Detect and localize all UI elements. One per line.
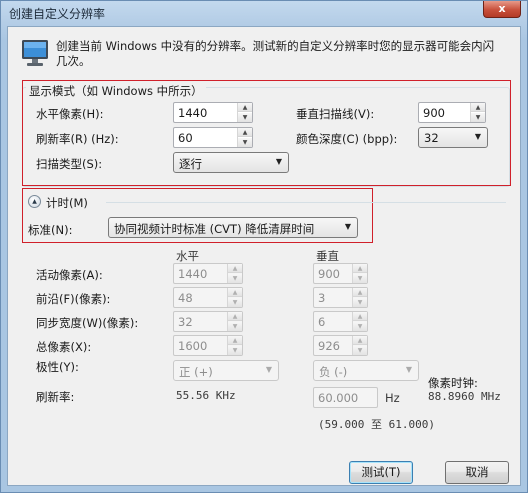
sync-width-label: 同步宽度(W)(像素): (36, 316, 139, 330)
dialog-window: 创建自定义分辨率 x 创建当前 Windows 中没有的分辨率。测试新的自定义分… (0, 0, 528, 493)
timing-divider (106, 202, 506, 203)
active-v-value: 900 (318, 267, 340, 281)
timing-standard-value: 协同视频计时标准 (CVT) 降低清屏时间 (114, 222, 315, 236)
cancel-button[interactable]: 取消 (445, 461, 509, 484)
polarity-h-select[interactable]: 正 (+) ▼ (173, 360, 279, 381)
timing-refresh-unit: Hz (385, 391, 400, 405)
intro-text: 创建当前 Windows 中没有的分辨率。测试新的自定义分辨率时您的显示器可能会… (56, 39, 495, 68)
h-pixels-label: 水平像素(H): (36, 107, 104, 121)
front-porch-v-value: 3 (318, 291, 326, 305)
chevron-down-icon: ▼ (344, 222, 351, 231)
sync-width-h-value: 32 (178, 315, 193, 329)
front-porch-label: 前沿(F)(像素): (36, 292, 111, 306)
total-h-down-arrow[interactable]: ▼ (228, 346, 242, 355)
front-porch-v-stepper[interactable]: 3 ▲ ▼ (313, 287, 368, 308)
col-horizontal-header: 水平 (176, 249, 199, 263)
active-pixels-label: 活动像素(A): (36, 268, 103, 282)
timing-toggle-label[interactable]: 计时(M) (46, 195, 88, 211)
v-lines-label: 垂直扫描线(V): (296, 107, 375, 121)
color-depth-value: 32 (424, 131, 439, 145)
h-pixels-up-arrow[interactable]: ▲ (238, 103, 252, 112)
active-h-down-arrow[interactable]: ▼ (228, 274, 242, 283)
h-pixels-down-arrow[interactable]: ▼ (238, 113, 252, 122)
h-pixels-stepper[interactable]: 1440 ▲ ▼ (173, 102, 253, 123)
color-depth-select[interactable]: 32 ▼ (418, 127, 488, 148)
scan-type-label: 扫描类型(S): (36, 157, 103, 171)
total-pixels-label: 总像素(X): (36, 340, 92, 354)
refresh-rate-value: 60 (178, 131, 193, 145)
collapse-toggle-icon[interactable]: ▲ (28, 195, 41, 208)
front-porch-h-value: 48 (178, 291, 193, 305)
refresh-rate-up-arrow[interactable]: ▲ (238, 128, 252, 137)
v-lines-up-arrow[interactable]: ▲ (471, 103, 485, 112)
chevron-down-icon: ▼ (265, 365, 272, 374)
scan-type-select[interactable]: 逐行 ▼ (173, 152, 289, 173)
sync-width-v-stepper[interactable]: 6 ▲ ▼ (313, 311, 368, 332)
window-title: 创建自定义分辨率 (9, 7, 106, 21)
timing-refresh-v-value: 60.000 (318, 391, 359, 405)
total-v-down-arrow[interactable]: ▼ (353, 346, 367, 355)
polarity-v-value: 负 (-) (319, 365, 348, 379)
front-porch-h-stepper[interactable]: 48 ▲ ▼ (173, 287, 243, 308)
total-v-value: 926 (318, 339, 340, 353)
refresh-rate-down-arrow[interactable]: ▼ (238, 138, 252, 147)
chevron-down-icon: ▼ (405, 365, 412, 374)
active-h-up-arrow[interactable]: ▲ (228, 264, 242, 273)
front-porch-h-down-arrow[interactable]: ▼ (228, 298, 242, 307)
total-h-stepper[interactable]: 1600 ▲ ▼ (173, 335, 243, 356)
standard-label: 标准(N): (28, 223, 73, 237)
sync-width-h-down-arrow[interactable]: ▼ (228, 322, 242, 331)
front-porch-v-up-arrow[interactable]: ▲ (353, 288, 367, 297)
col-vertical-header: 垂直 (316, 249, 339, 263)
refresh-rate-label: 刷新率(R) (Hz): (36, 132, 119, 146)
sync-width-v-down-arrow[interactable]: ▼ (353, 322, 367, 331)
timing-standard-select[interactable]: 协同视频计时标准 (CVT) 降低清屏时间 ▼ (108, 217, 358, 238)
v-lines-down-arrow[interactable]: ▼ (471, 113, 485, 122)
pixel-clock-value: 88.8960 MHz (428, 390, 501, 403)
timing-refresh-h-value: 55.56 KHz (176, 389, 236, 402)
polarity-v-select[interactable]: 负 (-) ▼ (313, 360, 419, 381)
total-v-up-arrow[interactable]: ▲ (353, 336, 367, 345)
polarity-h-value: 正 (+) (179, 365, 213, 379)
active-v-down-arrow[interactable]: ▼ (353, 274, 367, 283)
pixel-clock-label: 像素时钟: (428, 376, 478, 390)
total-h-value: 1600 (178, 339, 208, 353)
chevron-down-icon: ▼ (275, 157, 282, 166)
timing-refresh-label: 刷新率: (36, 390, 75, 404)
total-v-stepper[interactable]: 926 ▲ ▼ (313, 335, 368, 356)
sync-width-h-up-arrow[interactable]: ▲ (228, 312, 242, 321)
polarity-label: 极性(Y): (36, 360, 79, 374)
sync-width-v-up-arrow[interactable]: ▲ (353, 312, 367, 321)
h-pixels-value: 1440 (178, 106, 208, 120)
chevron-down-icon: ▼ (474, 132, 481, 141)
title-bar: 创建自定义分辨率 x (1, 1, 527, 25)
active-h-value: 1440 (178, 267, 208, 281)
sync-width-h-stepper[interactable]: 32 ▲ ▼ (173, 311, 243, 332)
scan-type-value: 逐行 (179, 157, 202, 171)
front-porch-v-down-arrow[interactable]: ▼ (353, 298, 367, 307)
color-depth-label: 颜色深度(C) (bpp): (296, 132, 398, 146)
front-porch-h-up-arrow[interactable]: ▲ (228, 288, 242, 297)
close-button[interactable]: x (483, 1, 521, 18)
v-lines-stepper[interactable]: 900 ▲ ▼ (418, 102, 486, 123)
monitor-icon (22, 40, 48, 66)
active-h-stepper[interactable]: 1440 ▲ ▼ (173, 263, 243, 284)
display-mode-legend: 显示模式（如 Windows 中所示） (26, 83, 206, 99)
active-v-up-arrow[interactable]: ▲ (353, 264, 367, 273)
refresh-rate-stepper[interactable]: 60 ▲ ▼ (173, 127, 253, 148)
active-v-stepper[interactable]: 900 ▲ ▼ (313, 263, 368, 284)
dialog-body: 创建当前 Windows 中没有的分辨率。测试新的自定义分辨率时您的显示器可能会… (7, 26, 521, 486)
total-h-up-arrow[interactable]: ▲ (228, 336, 242, 345)
sync-width-v-value: 6 (318, 315, 326, 329)
test-button[interactable]: 测试(T) (349, 461, 413, 484)
v-lines-value: 900 (423, 106, 445, 120)
timing-refresh-v-field[interactable]: 60.000 (313, 387, 378, 408)
refresh-range-text: (59.000 至 61.000) (318, 418, 435, 431)
